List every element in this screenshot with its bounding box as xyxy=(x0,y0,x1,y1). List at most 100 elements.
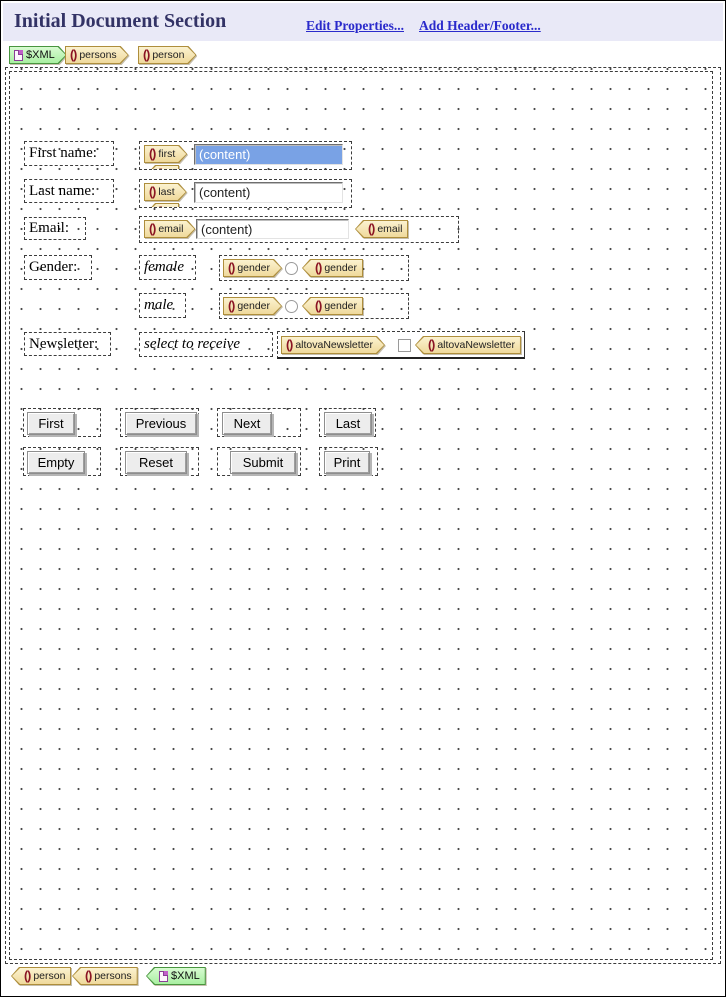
section-title: Initial Document Section xyxy=(14,10,226,33)
element-icon: () xyxy=(143,48,149,62)
email-field-box: () email (content) () email xyxy=(139,216,459,243)
person-template-border xyxy=(9,71,713,960)
xml-root-close-tag[interactable]: $XML xyxy=(146,967,206,985)
tag-label: person xyxy=(152,49,184,61)
tag-label: $XML xyxy=(171,970,200,982)
button-placeholder-box: Previous xyxy=(120,408,199,437)
tag-content: () altovaNewsletter xyxy=(281,336,385,354)
newsletter-checkbox[interactable] xyxy=(398,339,411,352)
edit-properties-link[interactable]: Edit Properties... xyxy=(306,18,404,34)
element-icon: () xyxy=(24,969,30,983)
tag-content: () xyxy=(147,165,179,170)
tag-content: () persons xyxy=(72,967,138,985)
gender-open-tag-female[interactable]: () gender xyxy=(223,259,282,277)
gender-female-text-box: female xyxy=(139,255,196,280)
tag-label: persons xyxy=(94,970,131,982)
newsletter-hint-box: select to receive xyxy=(139,332,273,357)
email-close-tag[interactable]: () email xyxy=(355,220,408,238)
tag-content: () gender xyxy=(223,259,282,277)
persons-close-tag[interactable]: () persons xyxy=(72,967,138,985)
tag-label: email xyxy=(158,223,183,235)
element-icon: () xyxy=(228,261,234,275)
altova-newsletter-open-tag[interactable]: () altovaNewsletter xyxy=(281,336,385,354)
first-button[interactable]: First xyxy=(27,412,75,435)
button-placeholder-box: First xyxy=(23,408,101,437)
tag-label: email xyxy=(377,223,402,235)
gender-female-text: female xyxy=(144,259,184,276)
submit-button[interactable]: Submit xyxy=(230,451,296,474)
last-open-tag[interactable]: () last xyxy=(144,183,187,201)
element-icon: () xyxy=(149,222,155,236)
element-icon: () xyxy=(428,338,434,352)
section-header-bar: Initial Document Section Edit Properties… xyxy=(3,3,723,41)
tag-label: altovaNewsletter xyxy=(437,339,515,351)
element-icon: () xyxy=(149,185,155,199)
tag-content: () first xyxy=(144,145,187,163)
newsletter-label-box: Newsletter: xyxy=(24,332,111,356)
tag-content: $XML xyxy=(9,46,67,64)
gender-open-tag-male[interactable]: () gender xyxy=(223,297,282,315)
gender-close-tag-female[interactable]: () gender xyxy=(302,259,363,277)
tag-label: first xyxy=(158,148,175,160)
first-name-input[interactable]: (content) xyxy=(194,144,343,165)
reset-button[interactable]: Reset xyxy=(125,451,187,474)
tag-label: gender xyxy=(324,300,357,312)
last-name-input[interactable]: (content) xyxy=(194,182,343,203)
first-close-tag-wrapped-fragment: () xyxy=(147,165,179,170)
gender-label-box: Gender: xyxy=(24,255,92,280)
element-icon: () xyxy=(368,222,374,236)
person-open-tag[interactable]: () person xyxy=(138,46,196,64)
stylevision-design-window: Initial Document Section Edit Properties… xyxy=(0,0,726,997)
element-icon: () xyxy=(228,299,234,313)
button-placeholder-box: Next xyxy=(217,408,301,437)
last-name-label-box: Last name: xyxy=(24,179,114,203)
person-close-tag[interactable]: () person xyxy=(11,967,71,985)
element-icon: () xyxy=(85,969,91,983)
email-label-box: Email: xyxy=(24,217,86,240)
tag-label: $XML xyxy=(26,49,55,61)
gender-close-tag-male[interactable]: () gender xyxy=(302,297,363,315)
first-name-content-placeholder: (content) xyxy=(199,147,250,162)
last-name-label: Last name: xyxy=(29,183,95,200)
last-button[interactable]: Last xyxy=(324,412,372,435)
email-open-tag[interactable]: () email xyxy=(144,220,195,238)
email-content-placeholder: (content) xyxy=(201,222,252,237)
tag-label: person xyxy=(33,970,65,982)
xml-document-icon xyxy=(14,50,23,61)
tag-label: altovaNewsletter xyxy=(295,339,373,351)
tag-content: $XML xyxy=(146,967,206,985)
button-placeholder-box: Print xyxy=(319,447,378,476)
xml-root-open-tag[interactable]: $XML xyxy=(9,46,67,64)
gender-female-radio[interactable] xyxy=(285,262,298,275)
email-input[interactable]: (content) xyxy=(196,219,349,239)
gender-female-field-box: () gender () gender xyxy=(219,255,409,281)
tag-content: () person xyxy=(138,46,196,64)
gender-male-radio[interactable] xyxy=(285,300,298,313)
gender-male-field-box: () gender () gender xyxy=(219,293,409,319)
tag-content: () xyxy=(147,203,179,208)
next-button[interactable]: Next xyxy=(222,412,272,435)
tag-content: () persons xyxy=(65,46,129,64)
element-icon: () xyxy=(157,167,163,170)
tag-label: gender xyxy=(237,300,270,312)
first-name-label: First name: xyxy=(29,145,97,162)
button-placeholder-box: Empty xyxy=(23,447,101,476)
previous-button[interactable]: Previous xyxy=(125,412,197,435)
email-label: Email: xyxy=(29,220,69,237)
tag-content: () gender xyxy=(302,297,363,315)
print-button[interactable]: Print xyxy=(324,451,370,474)
newsletter-label: Newsletter: xyxy=(29,336,98,353)
empty-button[interactable]: Empty xyxy=(27,451,85,474)
element-icon: () xyxy=(70,48,76,62)
first-open-tag[interactable]: () first xyxy=(144,145,187,163)
first-name-field-box: () first (content) () xyxy=(139,141,352,170)
newsletter-hint-text: select to receive xyxy=(144,336,240,353)
tag-label: gender xyxy=(324,262,357,274)
tag-content: () last xyxy=(144,183,187,201)
tag-label: persons xyxy=(79,49,116,61)
altova-newsletter-close-tag[interactable]: () altovaNewsletter xyxy=(415,336,521,354)
element-icon: () xyxy=(149,147,155,161)
add-header-footer-link[interactable]: Add Header/Footer... xyxy=(419,18,541,34)
last-name-content-placeholder: (content) xyxy=(199,185,250,200)
persons-open-tag[interactable]: () persons xyxy=(65,46,129,64)
